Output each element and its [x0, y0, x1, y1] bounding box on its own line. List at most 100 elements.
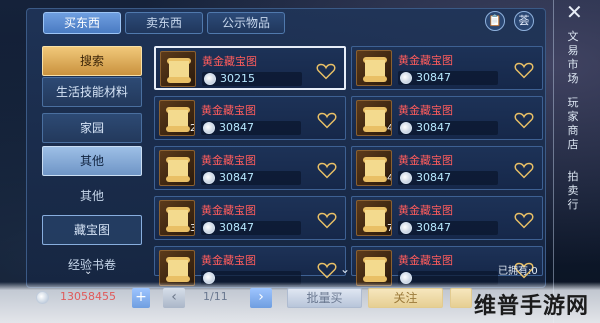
- prev-page-button[interactable]: ‹: [163, 288, 185, 308]
- scroll-body-shape: [365, 160, 385, 177]
- scroll-bottom-shape: [363, 226, 387, 232]
- item-card[interactable]: 黄金藏宝图: [154, 246, 346, 286]
- owned-count: 已拥有:0: [498, 266, 538, 277]
- item-quantity: 4: [387, 123, 391, 134]
- price-bar: 30847: [201, 121, 301, 135]
- buy-button[interactable]: [450, 288, 472, 308]
- silver-coin-icon: [36, 291, 49, 304]
- heart-icon[interactable]: [317, 161, 337, 179]
- item-name: 黄金藏宝图: [201, 154, 256, 167]
- scroll-bottom-shape: [166, 226, 190, 232]
- price-bar: 30847: [201, 221, 301, 235]
- menu-other[interactable]: 其他: [42, 146, 142, 176]
- item-card[interactable]: 3 黄金藏宝图 30847: [154, 196, 346, 240]
- tab-public-items[interactable]: 公示物品: [207, 12, 285, 34]
- treasure-map-icon: [356, 50, 392, 86]
- treasure-map-icon: [159, 250, 195, 286]
- silver-coin-icon: [204, 73, 216, 85]
- price-bar: 30847: [201, 171, 301, 185]
- item-name: 黄金藏宝图: [398, 104, 453, 117]
- item-name: 黄金藏宝图: [398, 54, 453, 67]
- item-card[interactable]: 4 黄金藏宝图 30847: [351, 96, 543, 140]
- scroll-body-shape: [168, 110, 188, 127]
- item-name: 黄金藏宝图: [202, 55, 257, 68]
- item-quantity: 2: [190, 123, 194, 134]
- scroll-bottom-shape: [363, 126, 387, 132]
- next-page-button[interactable]: ›: [250, 288, 272, 308]
- item-name: 黄金藏宝图: [201, 204, 256, 217]
- treasure-map-icon: 4: [356, 150, 392, 186]
- treasure-map-icon: [356, 250, 392, 286]
- item-name: 黄金藏宝图: [398, 204, 453, 217]
- follow-button[interactable]: 关注: [368, 288, 443, 308]
- item-card[interactable]: 4 黄金藏宝图 30847: [351, 146, 543, 190]
- item-card[interactable]: 2 黄金藏宝图 30847: [154, 96, 346, 140]
- item-card[interactable]: 7 黄金藏宝图 30847: [351, 196, 543, 240]
- close-icon[interactable]: ✕: [566, 0, 583, 24]
- item-price: 30847: [219, 121, 254, 134]
- record-icon[interactable]: 📋: [485, 11, 505, 31]
- heart-icon[interactable]: [514, 211, 534, 229]
- scroll-body-shape: [168, 160, 188, 177]
- item-price: 30847: [416, 171, 451, 184]
- batch-buy-button[interactable]: 批量买: [287, 288, 362, 308]
- scroll-bottom-shape: [166, 126, 190, 132]
- scroll-bottom-shape: [167, 77, 191, 83]
- heart-icon[interactable]: [317, 211, 337, 229]
- silver-coin-icon: [203, 222, 215, 234]
- price-bar: 30215: [202, 72, 302, 86]
- menu-scroll-down-icon[interactable]: ⌄: [84, 266, 92, 277]
- tab-buy[interactable]: 买东西: [43, 12, 121, 34]
- item-name: 黄金藏宝图: [201, 104, 256, 117]
- scroll-bottom-shape: [363, 176, 387, 182]
- side-nav-trade-market[interactable]: 文易市场: [566, 30, 580, 86]
- add-currency-button[interactable]: +: [132, 288, 150, 308]
- heart-icon[interactable]: [316, 62, 336, 80]
- settings-icon[interactable]: 荟: [514, 11, 534, 31]
- item-name: 黄金藏宝图: [201, 254, 256, 267]
- price-bar: 30847: [398, 71, 498, 85]
- heart-icon[interactable]: [514, 161, 534, 179]
- heart-icon[interactable]: [317, 111, 337, 129]
- grid-scroll-down-icon[interactable]: ⌄: [340, 262, 350, 276]
- heart-icon[interactable]: [317, 261, 337, 279]
- item-price: 30847: [416, 71, 451, 84]
- treasure-map-icon: 3: [159, 200, 195, 236]
- price-bar: 30847: [398, 121, 498, 135]
- silver-coin-icon: [203, 172, 215, 184]
- side-nav-player-shop[interactable]: 玩家商店: [566, 96, 580, 152]
- item-name: 黄金藏宝图: [398, 154, 453, 167]
- menu-life-skill-materials[interactable]: 生活技能材料: [42, 77, 142, 107]
- page-indicator: 1/11: [203, 290, 228, 303]
- item-card[interactable]: 黄金藏宝图 30215: [154, 46, 346, 90]
- item-quantity: 4: [387, 173, 391, 184]
- scroll-body-shape: [365, 60, 385, 77]
- item-price: 30847: [219, 171, 254, 184]
- item-price: 30847: [416, 221, 451, 234]
- price-bar: 30847: [398, 171, 498, 185]
- price-bar: 30847: [398, 221, 498, 235]
- silver-coin-icon: [400, 122, 412, 134]
- scroll-body-shape: [365, 210, 385, 227]
- silver-coin-icon: [400, 72, 412, 84]
- treasure-map-icon: 7: [356, 200, 392, 236]
- balance-value: 13058455: [60, 290, 116, 303]
- item-quantity: 3: [190, 223, 194, 234]
- tab-sell[interactable]: 卖东西: [125, 12, 203, 34]
- treasure-map-icon: 4: [356, 100, 392, 136]
- menu-search[interactable]: 搜索: [42, 46, 142, 76]
- heart-icon[interactable]: [514, 111, 534, 129]
- item-name: 黄金藏宝图: [398, 254, 453, 267]
- treasure-map-icon: [160, 51, 196, 87]
- item-card[interactable]: 黄金藏宝图 30847: [351, 46, 543, 90]
- item-price: 30847: [416, 121, 451, 134]
- submenu-other[interactable]: 其他: [42, 181, 142, 211]
- menu-home[interactable]: 家园: [42, 113, 142, 143]
- scroll-body-shape: [168, 210, 188, 227]
- silver-coin-icon: [203, 122, 215, 134]
- item-card[interactable]: 黄金藏宝图 30847: [154, 146, 346, 190]
- silver-coin-icon: [400, 172, 412, 184]
- heart-icon[interactable]: [514, 61, 534, 79]
- side-nav-auction[interactable]: 拍卖行: [566, 170, 580, 212]
- submenu-treasure-map[interactable]: 藏宝图: [42, 215, 142, 245]
